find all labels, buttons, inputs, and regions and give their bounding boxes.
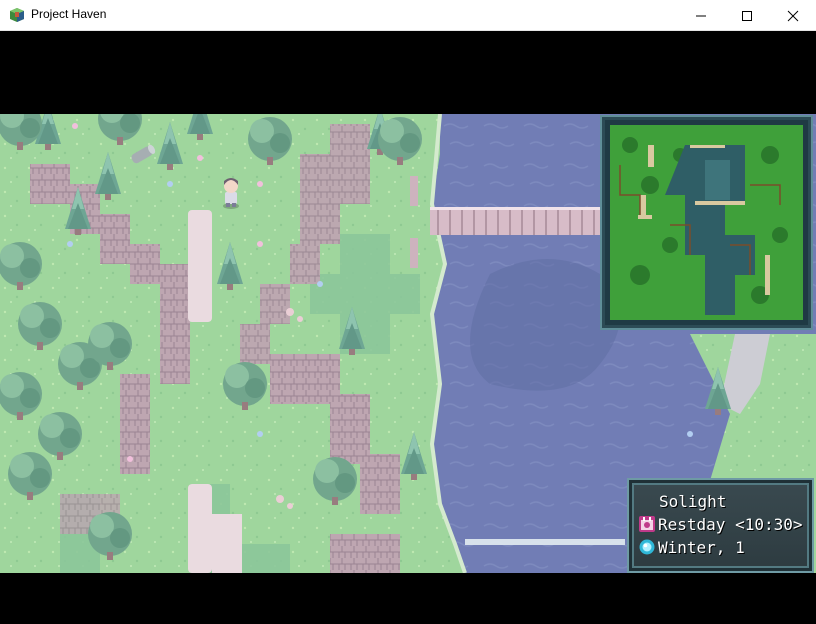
season-row: Winter, 1 [639,538,745,557]
window-title: Project Haven [31,7,107,21]
maximize-button[interactable] [724,0,770,31]
minimap-canvas [610,125,803,320]
minimize-button[interactable] [678,0,724,31]
title-bar: Project Haven [0,0,816,31]
close-icon [787,10,799,22]
minimize-icon [696,15,706,17]
app-icon [10,8,24,22]
day-time-row: Restday <10:30> [639,515,803,534]
time-info-window: Solight Restday <10:30> Winter, 1 [627,478,814,573]
snowflake-orb-icon [639,539,655,555]
minimap[interactable] [600,115,813,330]
day-time-text: Restday <10:30> [658,515,803,534]
close-button[interactable] [770,0,816,31]
season-text: Winter, 1 [658,538,745,557]
location-name: Solight [659,492,727,511]
maximize-icon [742,11,752,21]
calendar-icon [639,516,655,532]
